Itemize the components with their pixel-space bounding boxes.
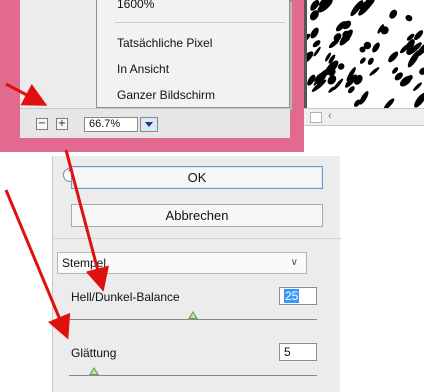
light-dark-balance-slider-track[interactable] [69, 319, 317, 320]
light-dark-balance-value: 25 [284, 289, 300, 303]
ok-button[interactable]: OK [71, 166, 323, 189]
zoom-dropdown-menu: 1600% Tatsächliche Pixel In Ansicht Ganz… [96, 0, 290, 108]
filter-mode-value: Stempel [62, 256, 107, 270]
image-preview-texture [304, 0, 424, 108]
zoom-level-input[interactable]: 66.7% [84, 117, 138, 132]
texture-blob [405, 14, 413, 22]
texture-blob [383, 98, 395, 108]
smoothness-input[interactable]: 5 [279, 343, 317, 361]
chevron-down-icon: ∨ [290, 257, 298, 268]
smoothness-slider-track[interactable] [69, 375, 317, 376]
texture-blob [388, 51, 399, 63]
texture-blob [413, 82, 422, 91]
texture-blob [414, 92, 424, 108]
zoom-in-button[interactable]: + [56, 118, 68, 130]
scroll-left-icon[interactable]: ‹ [328, 110, 332, 122]
filter-mode-select[interactable]: Stempel ∨ [57, 252, 307, 274]
light-dark-balance-input[interactable]: 25 [279, 287, 317, 305]
smoothness-label: Glättung [71, 346, 117, 360]
scrollbar-thumb[interactable] [310, 112, 322, 123]
menu-separator [115, 22, 285, 23]
menu-item-actual-pixels[interactable]: Tatsächliche Pixel [117, 36, 212, 50]
divider [53, 238, 341, 239]
zoom-dropdown-button[interactable] [140, 117, 158, 132]
menu-item-full-screen[interactable]: Ganzer Bildschirm [117, 88, 215, 102]
light-dark-balance-label: Hell/Dunkel-Balance [71, 290, 180, 304]
texture-blob [389, 9, 398, 19]
zoom-statusbar: − + 66.7% [20, 108, 290, 138]
light-dark-balance-slider-thumb[interactable] [188, 311, 198, 319]
texture-blob [313, 46, 321, 57]
texture-blob [369, 67, 380, 76]
smoothness-slider-thumb[interactable] [88, 367, 99, 375]
menu-item-fit-view[interactable]: In Ansicht [117, 62, 169, 76]
cancel-button[interactable]: Abbrechen [71, 204, 323, 227]
filter-dialog: ⌃ OK Abbrechen Stempel ∨ Hell/Dunkel-Bal… [52, 156, 341, 392]
texture-blob [419, 67, 424, 75]
preview-divider [304, 0, 307, 108]
horizontal-scrollbar[interactable]: ‹ [304, 108, 424, 126]
zoom-out-button[interactable]: − [36, 118, 48, 130]
texture-blob [359, 57, 366, 64]
texture-blob [310, 27, 319, 39]
menu-item-1600[interactable]: 1600% [117, 0, 154, 11]
image-preview [304, 0, 424, 108]
texture-blob [372, 42, 380, 53]
texture-blob [359, 91, 369, 105]
texture-blob [367, 57, 374, 65]
